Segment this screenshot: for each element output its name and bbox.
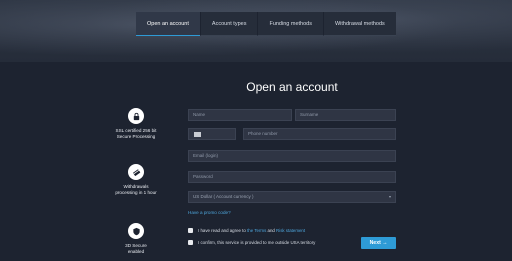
currency-value: US Dollar ( Account currency ) — [193, 194, 254, 199]
lock-icon — [128, 108, 144, 124]
terms-checkbox[interactable] — [188, 228, 193, 233]
risk-statement-link[interactable]: Risk statement — [276, 228, 305, 233]
flag-icon — [194, 131, 201, 137]
password-input[interactable]: Password — [188, 171, 396, 183]
next-button[interactable]: Next → — [361, 237, 396, 249]
feature-3d-secure-text: 3D Secure enabled — [125, 243, 147, 254]
usa-confirm-checkbox[interactable] — [188, 240, 193, 245]
country-code-select[interactable] — [188, 128, 236, 140]
usa-confirm-label: I confirm, this service is provided to m… — [198, 240, 316, 245]
tab-withdrawal-methods[interactable]: Withdrawal methods — [322, 12, 396, 36]
terms-link[interactable]: the Terms — [247, 228, 266, 233]
email-input[interactable]: Email (login) — [188, 150, 396, 162]
tab-funding-methods[interactable]: Funding methods — [257, 12, 323, 36]
feature-ssl: SSL certified 256 bit Secure Processing — [108, 108, 164, 140]
shield-icon — [128, 223, 144, 239]
chevron-down-icon: ▾ — [388, 194, 391, 199]
feature-withdrawals: Withdrawals processing in 1 hour — [108, 164, 164, 196]
tab-account-types[interactable]: Account types — [199, 12, 258, 36]
tab-bar: Open an account Account types Funding me… — [136, 12, 396, 36]
feature-ssl-text: SSL certified 256 bit Secure Processing — [115, 128, 157, 139]
feature-3d-secure: 3D Secure enabled — [108, 223, 164, 255]
card-icon — [128, 164, 144, 180]
promo-code-link[interactable]: Have a promo code? — [188, 210, 231, 215]
surname-input[interactable]: Surname — [295, 109, 396, 121]
page-title: Open an account — [246, 80, 338, 94]
feature-withdrawals-text: Withdrawals processing in 1 hour — [115, 184, 157, 195]
phone-input[interactable]: Phone number — [243, 128, 396, 140]
tab-open-account[interactable]: Open an account — [136, 12, 200, 36]
name-input[interactable]: Name — [188, 109, 292, 121]
terms-label: I have read and agree to the Terms and R… — [198, 228, 306, 233]
currency-select[interactable]: US Dollar ( Account currency ) ▾ — [188, 191, 396, 203]
